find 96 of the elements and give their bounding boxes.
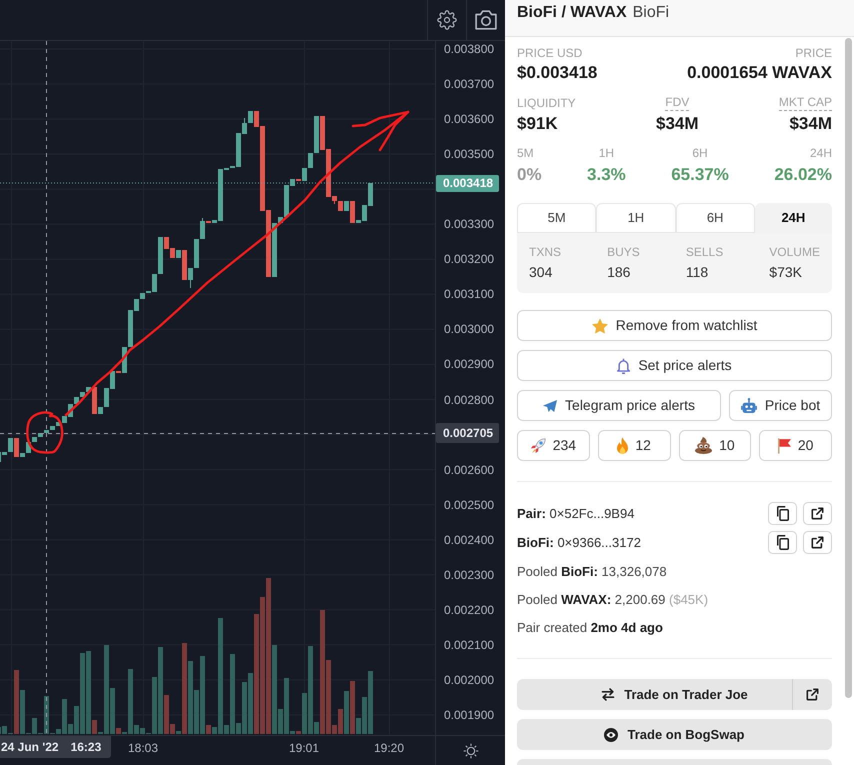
change-value: 3.3% [587, 165, 626, 185]
telegram-alerts-button[interactable]: Telegram price alerts [517, 390, 721, 421]
stat-label: BUYS [607, 244, 640, 260]
time-label: 19:20 [374, 740, 404, 756]
watchlist-button[interactable]: Remove from watchlist [517, 310, 832, 341]
camera-icon[interactable] [475, 10, 497, 30]
price-bot-button[interactable]: Price bot [729, 390, 832, 421]
time-label: 19:01 [288, 740, 320, 756]
price-label: 0.002400 [443, 532, 494, 548]
price-alerts-button[interactable]: Set price alerts [517, 350, 832, 381]
flag-icon [778, 438, 791, 454]
price-label: 0.002600 [443, 462, 494, 478]
reaction-button[interactable]: 234 [517, 430, 590, 461]
trade-button[interactable]: Trade on Trader Joe [517, 679, 792, 710]
stat-value: $34M [789, 114, 832, 134]
stat-label: SELLS [686, 244, 724, 260]
last-price-label: 0.003418 [436, 174, 499, 192]
stat-value: 118 [686, 263, 708, 281]
external-link-button[interactable] [803, 502, 832, 525]
bell-icon [617, 358, 630, 374]
stat-value: $0.003418 [517, 63, 598, 83]
period-label: 6H [692, 145, 708, 161]
reaction-button[interactable]: 20 [759, 430, 832, 461]
external-link-icon [806, 688, 819, 701]
address-text: Pair: 0×52Fc...9B94 [517, 504, 634, 523]
period-tab[interactable]: 6H [676, 203, 755, 233]
external-link-button[interactable] [803, 531, 832, 554]
rocket-icon [530, 438, 546, 453]
price-label: 0.002200 [443, 602, 494, 618]
crosshair-date: 24 Jun '22 [1, 739, 59, 756]
price-label: 0.003300 [443, 216, 494, 232]
stat-value: 304 [529, 263, 552, 281]
stat-label: MKT CAP [778, 95, 832, 111]
copy-button[interactable] [768, 502, 797, 525]
change-value: 0% [517, 165, 542, 185]
star-icon [592, 318, 608, 334]
eye-icon [604, 728, 618, 742]
price-label: 0.003800 [443, 41, 494, 57]
detail-text: Pair created 2mo 4d ago [517, 619, 664, 637]
price-label: 0.003000 [443, 321, 494, 338]
change-value: 65.37% [671, 165, 729, 185]
change-value: 26.02% [774, 165, 832, 185]
crosshair-time: 16:23 [70, 739, 102, 756]
period-label: 5M [517, 145, 534, 161]
trade-button[interactable]: Trade on BogSwap [517, 719, 832, 750]
stat-label: LIQUIDITY [517, 95, 576, 111]
price-label: 0.003100 [443, 286, 494, 302]
price-label: 0.002500 [443, 496, 494, 513]
flame-icon [617, 437, 628, 454]
copy-icon [776, 535, 788, 550]
swap-arrows-icon [601, 688, 616, 701]
stat-label: VOLUME [769, 244, 820, 260]
price-label: 0.003500 [443, 146, 494, 162]
paper-plane-icon [543, 400, 558, 412]
reaction-button[interactable]: 12 [598, 430, 670, 461]
price-label: 0.003700 [443, 76, 494, 92]
period-tab[interactable]: 1H [596, 203, 676, 233]
copy-icon [776, 506, 788, 521]
price-label: 0.002000 [443, 672, 494, 688]
period-label: 24H [810, 145, 832, 161]
pair-subtitle: BioFi [632, 3, 670, 23]
price-label: 0.003600 [443, 111, 494, 128]
period-tab[interactable]: 24H [754, 203, 832, 233]
address-text: BioFi: 0×9366...3172 [517, 534, 641, 552]
price-label: 0.002800 [443, 392, 494, 408]
time-label: 18:03 [128, 740, 158, 756]
settings-icon[interactable] [437, 10, 457, 30]
external-link-icon [811, 507, 824, 520]
scrollbar-thumb[interactable] [845, 38, 852, 698]
stat-value: $91K [517, 114, 558, 134]
stat-value: 186 [607, 263, 630, 281]
price-label: 0.002900 [443, 356, 494, 372]
price-label: 0.001900 [443, 706, 494, 723]
stat-label: PRICE [795, 45, 832, 61]
detail-text: Pooled WAVAX: 2,200.69 ($45K) [517, 591, 710, 609]
price-label: 0.002300 [443, 566, 494, 583]
stat-label: PRICE USD [517, 45, 582, 61]
stat-value: $73K [769, 263, 802, 281]
stat-value: $34M [656, 114, 699, 134]
sun-icon[interactable] [462, 742, 478, 758]
external-link-icon [811, 536, 824, 549]
period-label: 1H [598, 145, 614, 161]
crosshair-price-label: 0.002705 [436, 422, 499, 443]
reaction-button[interactable]: 10 [678, 430, 752, 461]
period-tab[interactable]: 5M [517, 203, 596, 233]
robot-icon [740, 398, 757, 413]
price-label: 0.002100 [443, 636, 494, 653]
stat-label: FDV [665, 95, 690, 111]
external-link-button[interactable] [792, 679, 832, 710]
detail-text: Pooled BioFi: 13,326,078 [517, 563, 668, 581]
pair-title: BioFi / WAVAX [517, 3, 627, 23]
copy-button[interactable] [768, 531, 797, 554]
stat-label: TXNS [529, 244, 562, 260]
price-label: 0.003200 [443, 251, 494, 268]
poop-icon [695, 437, 712, 454]
stat-value: 0.0001654 WAVAX [687, 63, 832, 83]
